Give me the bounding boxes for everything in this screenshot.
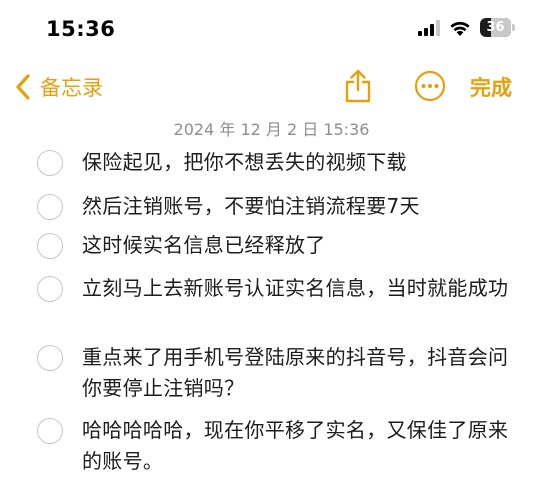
note-timestamp: 2024 年 12 月 2 日 15:36 <box>173 120 370 139</box>
done-button[interactable]: 完成 <box>470 72 512 102</box>
chevron-left-icon <box>16 74 30 100</box>
checklist-item-text[interactable]: 保险起见，把你不想丢失的视频下载 <box>82 147 512 178</box>
notes-screen: 15:36 36 备忘录 完成 2024 年 12 月 2 日 15:36 保险… <box>0 0 543 500</box>
status-bar: 15:36 36 <box>0 0 543 60</box>
battery-icon: 36 <box>480 18 516 38</box>
checkbox[interactable] <box>37 150 63 176</box>
checklist-item-text[interactable]: 哈哈哈哈哈，现在你平移了实名，又保佳了原来的账号。 <box>82 415 512 477</box>
battery-cap <box>512 24 515 31</box>
checkbox[interactable] <box>37 276 63 302</box>
checkbox[interactable] <box>37 194 63 220</box>
back-label: 备忘录 <box>40 76 103 100</box>
status-time: 15:36 <box>46 17 116 41</box>
checkbox[interactable] <box>37 418 63 444</box>
checkbox[interactable] <box>37 233 63 259</box>
ellipsis-circle-icon[interactable] <box>414 70 446 102</box>
checkbox[interactable] <box>37 345 63 371</box>
battery-percentage: 36 <box>486 20 505 35</box>
share-icon[interactable] <box>343 68 373 104</box>
checklist-item-text[interactable]: 立刻马上去新账号认证实名信息，当时就能成功 <box>82 273 512 304</box>
checklist-item-text[interactable]: 重点来了用手机号登陆原来的抖音号，抖音会问你要停止注销吗？ <box>82 342 512 404</box>
nav-bar: 备忘录 完成 <box>0 60 543 112</box>
cellular-signal-icon <box>418 20 440 36</box>
checklist-item-text[interactable]: 这时候实名信息已经释放了 <box>82 230 512 261</box>
checklist-item-text[interactable]: 然后注销账号，不要怕注销流程要7天 <box>82 191 512 222</box>
wifi-icon <box>450 21 470 36</box>
back-button[interactable]: 备忘录 <box>14 72 103 102</box>
